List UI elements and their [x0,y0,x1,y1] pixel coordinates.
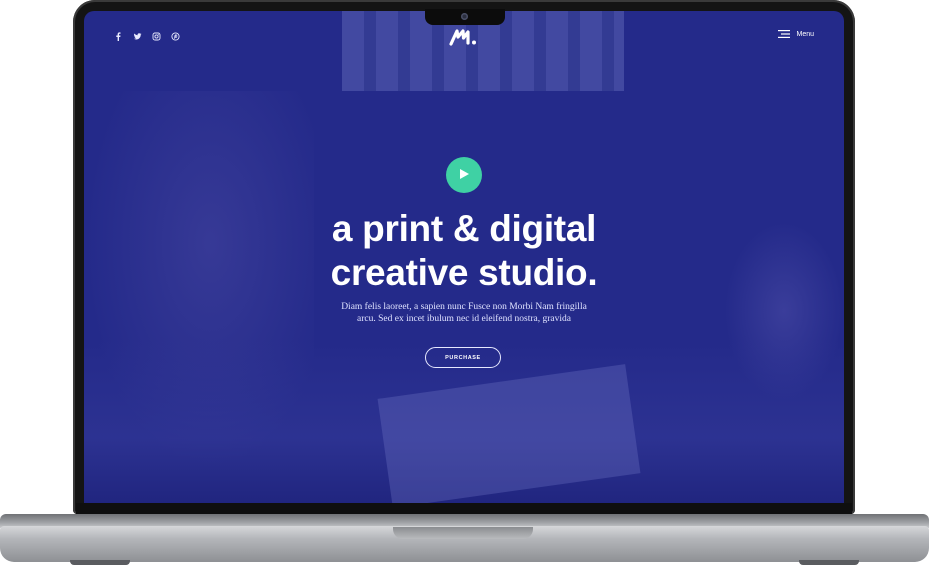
purchase-button[interactable]: PURCHASE [425,347,501,368]
camera-notch [425,9,505,25]
menu-toggle[interactable]: Menu [778,30,814,38]
lid-opening-notch [393,527,533,539]
headline-line-1: a print & digital [331,208,597,249]
instagram-icon[interactable] [152,32,161,41]
laptop-foot-right [799,560,859,565]
description-line-2: arcu. Sed ex incet ibulum nec id eleifen… [357,314,571,324]
play-video-button[interactable] [446,157,482,193]
laptop-screen: Menu a print & digital creative studio. … [84,11,844,503]
background-paper [377,364,641,503]
facebook-icon[interactable] [114,32,123,41]
camera-icon [461,13,468,20]
social-links [114,32,180,41]
pinterest-icon[interactable] [171,32,180,41]
menu-label: Menu [796,30,814,38]
headline-line-2: creative studio. [330,252,598,293]
laptop-mockup: Menu a print & digital creative studio. … [0,0,929,566]
laptop-foot-left [70,560,130,565]
play-icon [460,169,469,179]
studio-logo[interactable] [449,28,479,46]
description-line-1: Diam felis laoreet, a sapien nunc Fusce … [341,302,587,312]
screen-chin [76,503,852,514]
hero-description: Diam felis laoreet, a sapien nunc Fusce … [84,301,844,325]
twitter-icon[interactable] [133,32,142,41]
hero-headline: a print & digital creative studio. [84,207,844,295]
hamburger-icon [778,30,791,38]
